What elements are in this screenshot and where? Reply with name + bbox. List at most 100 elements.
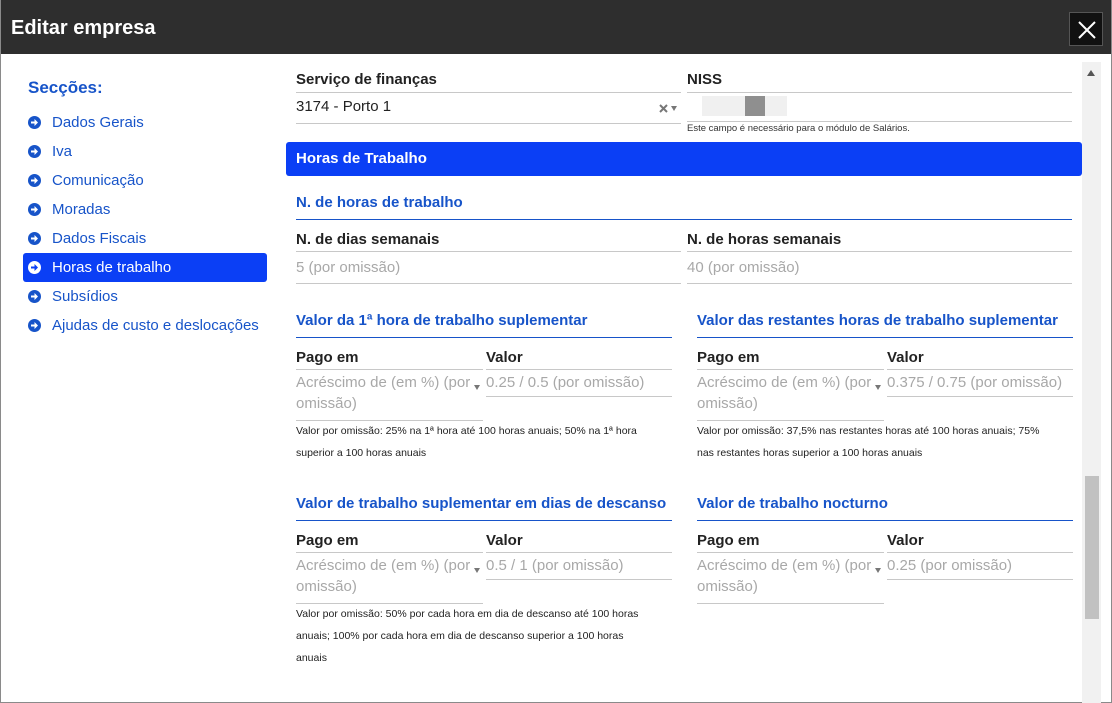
niss-label: NISS <box>687 71 723 88</box>
pago-em-select[interactable]: Acréscimo de (em %) (por omissão) <box>296 372 483 418</box>
help-text: Valor por omissão: 50% por cada hora em … <box>296 603 676 669</box>
dialog-title: Editar empresa <box>11 17 156 39</box>
divider <box>296 251 681 252</box>
sidebar-item-label: Dados Fiscais <box>52 230 147 247</box>
sidebar-item-comunicacao[interactable]: Comunicação <box>23 166 267 195</box>
divider <box>296 123 681 124</box>
help-text: Valor por omissão: 25% na 1ª hora até 10… <box>296 420 676 464</box>
vertical-scrollbar[interactable] <box>1082 62 1101 703</box>
servico-financas-select[interactable]: 3174 - Porto 1 <box>296 93 681 123</box>
sidebar-item-subsidios[interactable]: Subsídios <box>23 282 267 311</box>
sections-sidebar: Secções: Dados Gerais Iva Comunicação Morad… <box>23 76 267 340</box>
help-text-line: Valor por omissão: 37,5% nas restantes h… <box>697 425 1040 437</box>
sidebar-item-horas-de-trabalho[interactable]: Horas de trabalho <box>23 253 267 282</box>
dropdown-caret-icon[interactable] <box>474 385 480 390</box>
help-text-line: anuais; 100% por cada hora em dia de des… <box>296 630 624 642</box>
clear-icon[interactable] <box>659 104 668 113</box>
arrow-circle-right-icon <box>28 203 41 216</box>
pago-em-placeholder-line2: omissão) <box>296 578 357 595</box>
pago-em-placeholder-line1: Acréscimo de (em %) (por <box>697 374 872 391</box>
sidebar-item-moradas[interactable]: Moradas <box>23 195 267 224</box>
arrow-circle-right-icon <box>28 319 41 332</box>
divider <box>687 251 1072 252</box>
divider <box>296 337 672 338</box>
valor-input[interactable]: 0.25 (por omissão) <box>887 555 1073 576</box>
help-text: Valor por omissão: 37,5% nas restantes h… <box>697 420 1077 464</box>
divider <box>687 121 1072 122</box>
scroll-thumb[interactable] <box>1085 476 1099 619</box>
servico-financas-label: Serviço de finanças <box>296 71 437 88</box>
divider <box>887 369 1073 370</box>
valor-label: Valor <box>887 349 924 366</box>
arrow-circle-right-icon <box>28 116 41 129</box>
valor-input[interactable]: 0.375 / 0.75 (por omissão) <box>887 372 1073 393</box>
arrow-circle-right-icon <box>28 174 41 187</box>
pago-em-select[interactable]: Acréscimo de (em %) (por omissão) <box>697 555 884 601</box>
divider <box>296 219 1072 220</box>
pago-em-placeholder-line2: omissão) <box>697 578 758 595</box>
divider <box>687 283 1072 284</box>
help-text-line: Valor por omissão: 25% na 1ª hora até 10… <box>296 425 637 437</box>
sidebar-item-dados-gerais[interactable]: Dados Gerais <box>23 108 267 137</box>
pago-em-placeholder-line1: Acréscimo de (em %) (por <box>296 374 471 391</box>
block-title: Valor de trabalho nocturno <box>697 495 888 512</box>
close-icon <box>1078 21 1096 39</box>
divider <box>697 337 1073 338</box>
dropdown-caret-icon[interactable] <box>875 568 881 573</box>
dropdown-caret-icon[interactable] <box>875 385 881 390</box>
niss-help-text: Este campo é necessário para o módulo de… <box>687 123 910 134</box>
divider <box>887 552 1073 553</box>
block-title: Valor de trabalho suplementar em dias de… <box>296 495 667 512</box>
divider <box>296 552 483 553</box>
pago-em-placeholder-line2: omissão) <box>296 395 357 412</box>
horas-semanais-input[interactable]: 40 (por omissão) <box>687 257 1072 278</box>
divider <box>697 369 884 370</box>
dropdown-caret-icon[interactable] <box>671 106 677 111</box>
sidebar-item-ajudas-custo[interactable]: Ajudas de custo e deslocações <box>23 311 267 340</box>
divider <box>697 603 884 604</box>
sidebar-item-label: Ajudas de custo e deslocações <box>52 317 259 334</box>
pago-em-select[interactable]: Acréscimo de (em %) (por omissão) <box>296 555 483 601</box>
sidebar-item-label: Subsídios <box>52 288 118 305</box>
sidebar-item-iva[interactable]: Iva <box>23 137 267 166</box>
sidebar-item-dados-fiscais[interactable]: Dados Fiscais <box>23 224 267 253</box>
pago-em-label: Pago em <box>697 532 760 549</box>
divider <box>296 369 483 370</box>
sidebar-item-label: Horas de trabalho <box>52 259 172 276</box>
sidebar-item-label: Moradas <box>52 201 111 218</box>
divider <box>296 520 672 521</box>
main-content: Serviço de finanças 3174 - Porto 1 NISS … <box>286 54 1082 703</box>
dropdown-caret-icon[interactable] <box>474 568 480 573</box>
valor-label: Valor <box>486 532 523 549</box>
divider <box>697 520 1073 521</box>
divider <box>887 579 1073 580</box>
pago-em-label: Pago em <box>296 532 359 549</box>
valor-input[interactable]: 0.5 / 1 (por omissão) <box>486 555 672 576</box>
dialog-titlebar: Editar empresa <box>1 0 1111 54</box>
help-text-line: superior a 100 horas anuais <box>296 447 427 459</box>
arrow-circle-right-icon <box>28 261 41 274</box>
pago-em-placeholder-line1: Acréscimo de (em %) (por <box>697 557 872 574</box>
sidebar-title: Secções: <box>28 78 103 97</box>
pago-em-label: Pago em <box>697 349 760 366</box>
block-title: Valor das restantes horas de trabalho su… <box>697 312 1058 329</box>
valor-input[interactable]: 0.25 / 0.5 (por omissão) <box>486 372 672 393</box>
pago-em-placeholder-line2: omissão) <box>697 395 758 412</box>
divider <box>486 579 672 580</box>
pago-em-select[interactable]: Acréscimo de (em %) (por omissão) <box>697 372 884 418</box>
niss-redacted-mask <box>745 96 765 116</box>
divider <box>486 396 672 397</box>
niss-input[interactable] <box>687 93 1072 119</box>
divider <box>887 396 1073 397</box>
pago-em-label: Pago em <box>296 349 359 366</box>
dias-semanais-input[interactable]: 5 (por omissão) <box>296 257 681 278</box>
pago-em-placeholder-line1: Acréscimo de (em %) (por <box>296 557 471 574</box>
divider <box>486 552 672 553</box>
section-header-horas: Horas de Trabalho <box>286 142 1082 176</box>
sidebar-item-label: Comunicação <box>52 172 144 189</box>
valor-label: Valor <box>887 532 924 549</box>
scroll-up-arrow-icon[interactable] <box>1087 70 1095 76</box>
close-button[interactable] <box>1069 12 1103 46</box>
help-text-line: anuais <box>296 652 327 664</box>
n-horas-title: N. de horas de trabalho <box>296 194 463 211</box>
